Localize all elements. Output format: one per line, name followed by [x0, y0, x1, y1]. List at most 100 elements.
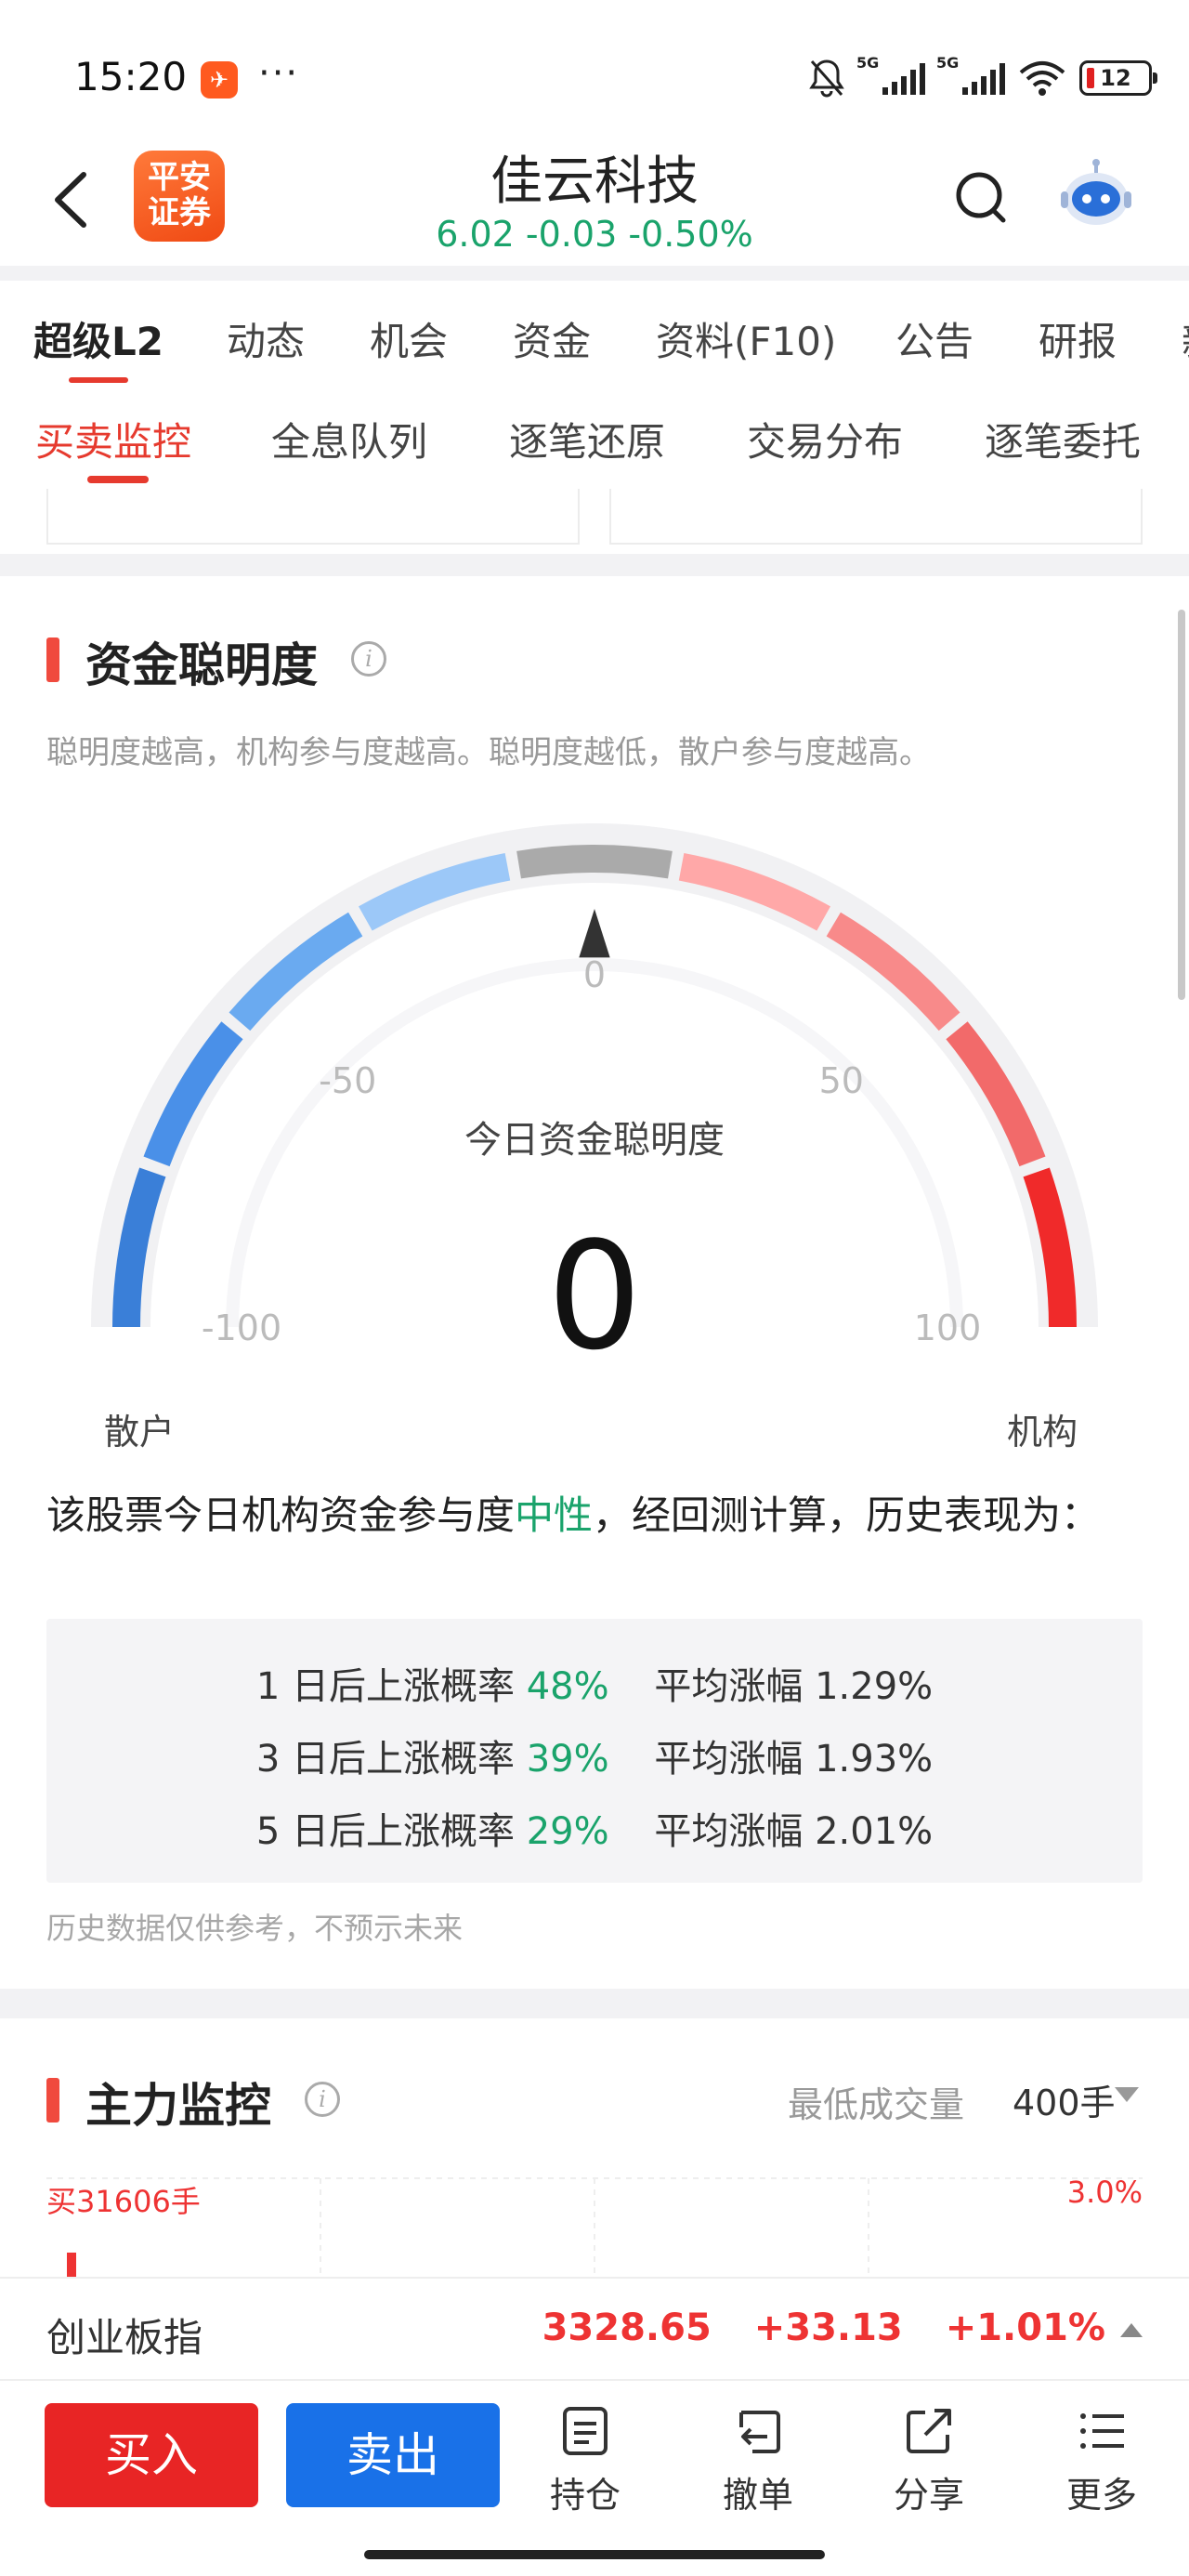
stats-label: 5 日后上涨概率: [255, 1810, 516, 1853]
positions-label: 持仓: [549, 2475, 621, 2516]
conclusion-pre: 该股票今日机构资金参与度: [46, 1492, 516, 1538]
tab-opportunity[interactable]: 机会: [370, 310, 448, 367]
section-accent: [46, 2078, 59, 2123]
prev-card-cell: [46, 489, 580, 545]
paper-plane-icon: ✈: [201, 61, 238, 99]
home-indicator[interactable]: [364, 2550, 825, 2559]
gauge-tick-label: 50: [819, 1060, 864, 1101]
gauge-tick-label: 0: [583, 954, 606, 995]
sell-button[interactable]: 卖出: [286, 2403, 500, 2507]
index-percent: +1.01%: [945, 2307, 1105, 2349]
status-icons: 5G 5G 12: [808, 54, 1157, 100]
share-label: 分享: [893, 2475, 964, 2516]
stats-rate: 39%: [526, 1738, 609, 1781]
buy-button[interactable]: 买入: [45, 2403, 258, 2507]
stats-row: 3 日后上涨概率 39% 平均涨幅 1.93%: [46, 1728, 1143, 1782]
cancel-order-button[interactable]: 撤单: [702, 2405, 814, 2517]
stock-header: 平安 证券 佳云科技 6.02 -0.03 -0.50%: [0, 139, 1189, 260]
conclusion-text: 该股票今日机构资金参与度中性，经回测计算，历史表现为：: [46, 1487, 1143, 1544]
stats-avg-label: 平均涨幅: [654, 1665, 804, 1708]
stats-row: 5 日后上涨概率 29% 平均涨幅 2.01%: [46, 1801, 1143, 1855]
gauge-value: 0: [547, 1209, 642, 1383]
stats-row: 1 日后上涨概率 48% 平均涨幅 1.29%: [46, 1656, 1143, 1710]
cancel-order-icon: [739, 2411, 780, 2453]
search-icon[interactable]: [953, 167, 1009, 227]
percent-axis-max: 3.0%: [1066, 2175, 1143, 2210]
buy-volume-label: 买31606手: [46, 2184, 201, 2219]
signal-5g-icon-1: 5G: [856, 54, 925, 95]
smart-money-title: 资金聪明度: [85, 638, 318, 692]
status-more: ···: [258, 52, 300, 95]
tab-f10[interactable]: 资料(F10): [656, 310, 836, 367]
battery-icon: 12: [1079, 60, 1157, 96]
previous-card-bottom: [0, 489, 1189, 545]
gauge-center-label: 今日资金聪明度: [464, 1119, 725, 1162]
more-label: 更多: [1065, 2475, 1137, 2516]
disclaimer-note: 历史数据仅供参考，不预示未来: [46, 1911, 464, 1946]
gauge-tick-label: -50: [319, 1060, 376, 1101]
subtab-indicator: [87, 476, 149, 483]
divider: [0, 554, 1189, 576]
subtab-tick-orders[interactable]: 逐笔委托: [985, 411, 1141, 467]
tab-research[interactable]: 研报: [1039, 310, 1117, 367]
divider: [0, 1989, 1189, 2018]
conclusion-post: ，经回测计算，历史表现为：: [593, 1492, 1101, 1538]
robot-assistant-icon[interactable]: [1057, 158, 1135, 232]
more-button[interactable]: 更多: [1046, 2405, 1157, 2517]
smart-money-description: 聪明度越高，机构参与度越高。聪明度越低，散户参与度越高。: [46, 734, 931, 771]
gauge-needle: [579, 909, 610, 958]
share-button[interactable]: 分享: [873, 2405, 985, 2517]
section-accent: [46, 637, 59, 682]
subtab-full-queue[interactable]: 全息队列: [271, 411, 427, 467]
signal-5g-icon-2: 5G: [936, 54, 1005, 95]
cancel-order-label: 撤单: [722, 2475, 793, 2516]
divider: [0, 266, 1189, 281]
index-name: 创业板指: [46, 2315, 203, 2360]
chevron-up-icon[interactable]: [1120, 2323, 1143, 2337]
index-ticker[interactable]: 创业板指 3328.65 +33.13 +1.01%: [0, 2277, 1189, 2381]
subtab-tick-restore[interactable]: 逐笔还原: [509, 411, 665, 467]
index-value: 3328.65: [542, 2307, 712, 2349]
subtab-trade-distribution[interactable]: 交易分布: [747, 411, 903, 467]
stats-label: 1 日后上涨概率: [255, 1665, 516, 1708]
subtab-trade-monitor[interactable]: 买卖监控: [35, 411, 191, 467]
min-volume-select[interactable]: 400手: [1013, 2074, 1116, 2125]
share-icon: [907, 2409, 951, 2453]
bell-muted-icon: [809, 59, 844, 98]
min-volume-label: 最低成交量: [788, 2084, 965, 2125]
status-bar: 15:20 ✈ ··· 5G 5G 12: [0, 0, 1189, 139]
stats-avg-label: 平均涨幅: [654, 1738, 804, 1781]
info-icon[interactable]: i: [305, 2082, 340, 2117]
tab-dynamics[interactable]: 动态: [227, 310, 305, 367]
positions-button[interactable]: 持仓: [529, 2405, 641, 2517]
gauge-tick-label: 100: [914, 1308, 982, 1348]
gauge-tick-label: -100: [202, 1308, 281, 1348]
stats-label: 3 日后上涨概率: [255, 1738, 516, 1781]
index-change: +33.13: [753, 2307, 903, 2349]
stock-quote: 6.02 -0.03 -0.50%: [436, 214, 753, 255]
stats-avg-label: 平均涨幅: [654, 1810, 804, 1853]
document-list-icon: [563, 2407, 608, 2455]
stats-rate: 48%: [526, 1665, 609, 1708]
gauge-left-end-label: 散户: [104, 1412, 176, 1452]
tab-super-l2[interactable]: 超级L2: [33, 310, 163, 367]
main-monitor-title: 主力监控: [85, 2079, 271, 2133]
sub-tabs: 买卖监控 全息队列 逐笔还原 交易分布 逐笔委托: [0, 390, 1189, 489]
chevron-down-icon[interactable]: [1115, 2087, 1139, 2102]
conclusion-highlight: 中性: [515, 1492, 594, 1538]
tab-announcements[interactable]: 公告: [895, 310, 973, 367]
tab-indicator: [69, 377, 128, 383]
main-monitor-chart: [46, 2177, 1143, 2286]
wifi-icon: [1019, 61, 1065, 96]
prev-card-cell: [609, 489, 1143, 545]
tab-news[interactable]: 新: [1182, 310, 1189, 367]
stats-avg: 2.01%: [815, 1810, 934, 1853]
info-icon[interactable]: i: [351, 641, 386, 677]
main-tabs: 超级L2 动态 机会 资金 资料(F10) 公告 研报 新: [0, 281, 1189, 392]
smart-money-gauge: -100 -50 0 50 100 今日资金聪明度 0: [91, 823, 1098, 1383]
gauge-right-end-label: 机构: [1007, 1412, 1078, 1452]
stats-rate: 29%: [526, 1810, 609, 1853]
stats-avg: 1.93%: [815, 1738, 934, 1781]
tab-funds[interactable]: 资金: [513, 310, 591, 367]
menu-list-icon: [1080, 2413, 1124, 2449]
